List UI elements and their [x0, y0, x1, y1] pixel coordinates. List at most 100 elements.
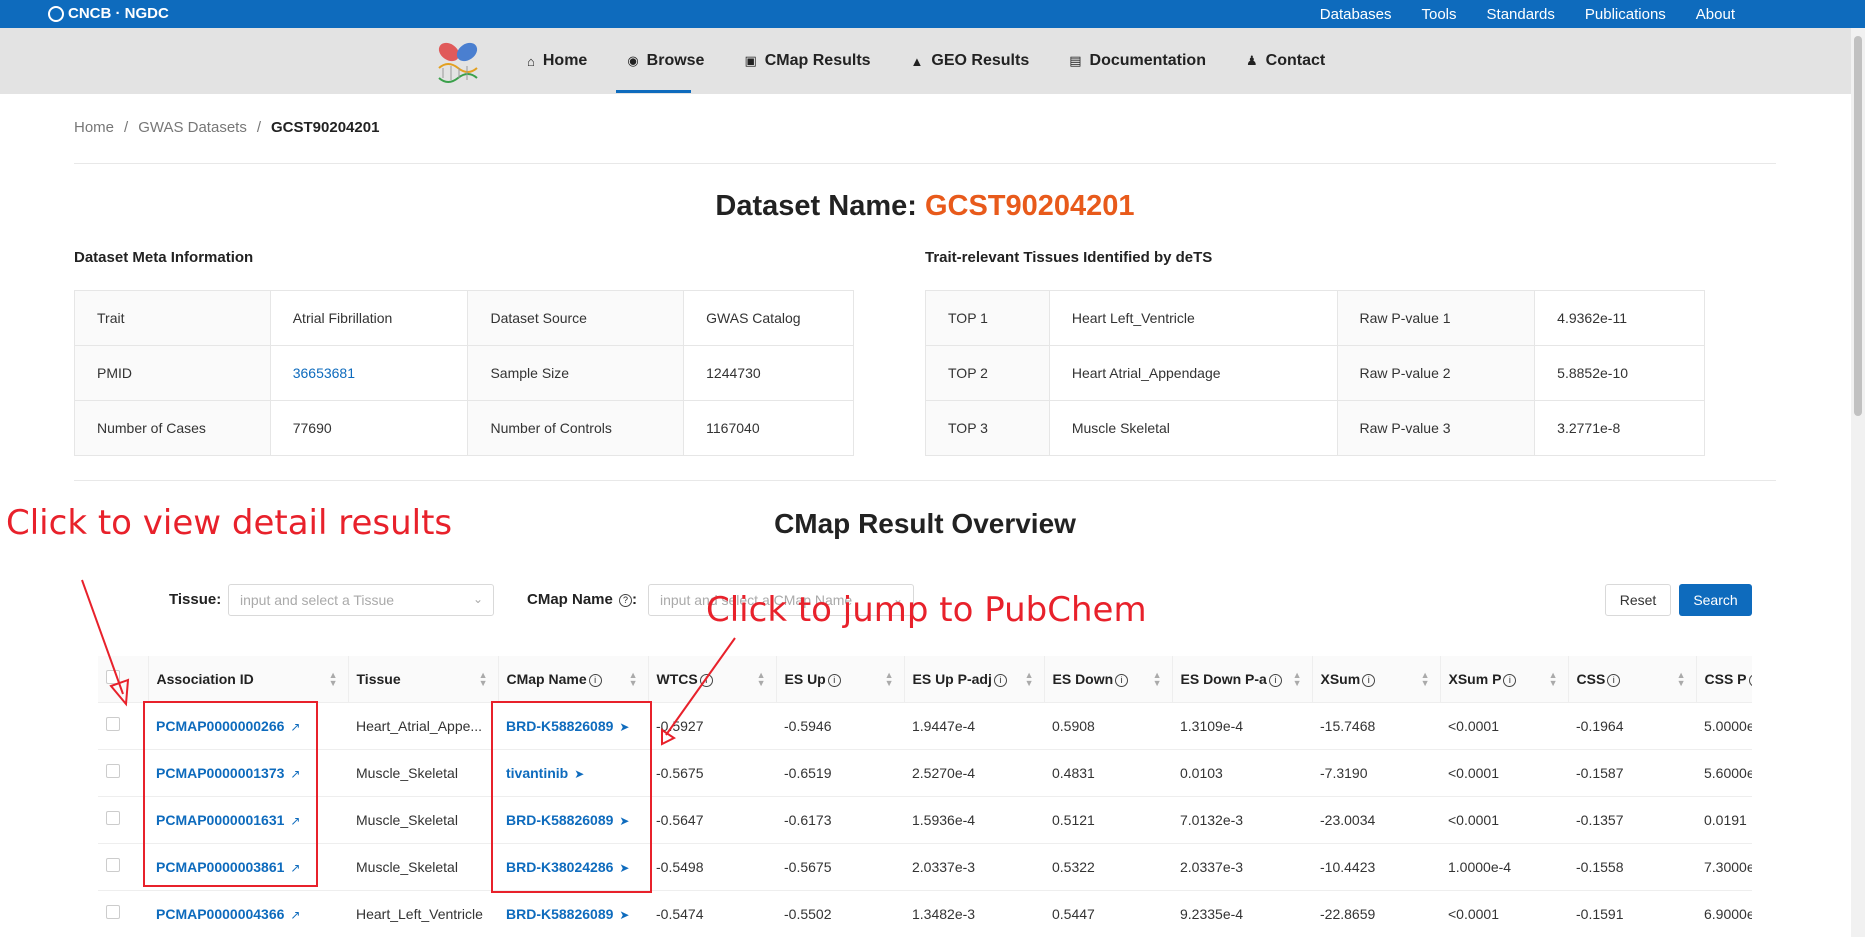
col-association-id[interactable]: Association ID ▲ ▼: [148, 656, 349, 703]
site-logo[interactable]: [433, 38, 483, 88]
es-up-cell: -0.6519: [776, 749, 904, 797]
nav-label: Browse: [646, 52, 705, 69]
tissue-select[interactable]: input and select a Tissue ⌄: [228, 584, 494, 616]
sort-icon[interactable]: ▲ ▼: [1677, 671, 1686, 688]
row-select: [98, 702, 148, 750]
pvalue-label: Raw P-value 2: [1336, 345, 1536, 401]
document-icon: ▤: [1069, 53, 1082, 68]
pvalue-label: Raw P-value 3: [1336, 400, 1536, 456]
cmap-filter-label: CMap Name ?:: [527, 591, 638, 608]
column-label: CSS P: [1704, 670, 1747, 687]
results-table: Association ID ▲ ▼ Tissue ▲ ▼ CMap Name i ▲ ▼ W…: [98, 656, 1752, 937]
select-all-checkbox[interactable]: [106, 670, 120, 685]
info-icon[interactable]: i: [1748, 673, 1752, 687]
row-checkbox[interactable]: [106, 905, 120, 919]
col-xsum-p[interactable]: XSum Pi ▲ ▼: [1440, 656, 1569, 703]
top-link-publications[interactable]: Publications: [1585, 6, 1666, 23]
dataset-label: Dataset Name:: [715, 190, 917, 222]
nav-contact[interactable]: ♟ Contact: [1226, 28, 1345, 94]
top-link-about[interactable]: About: [1696, 6, 1735, 23]
nav-documentation[interactable]: ▤ Documentation: [1049, 28, 1226, 94]
breadcrumb-home[interactable]: Home: [74, 119, 114, 136]
logo-icon: [48, 5, 64, 22]
col-cmap-name[interactable]: CMap Name i ▲ ▼: [498, 656, 649, 703]
row-checkbox[interactable]: [106, 764, 120, 778]
info-icon[interactable]: i: [1607, 673, 1621, 687]
reset-button[interactable]: Reset: [1605, 584, 1671, 616]
col-es-down-padj[interactable]: ES Down P-a i ▲ ▼: [1172, 656, 1313, 703]
info-icon[interactable]: i: [1268, 673, 1282, 687]
annotation-detail-text: Click to view detail results: [6, 503, 453, 543]
meta-row: Trait Atrial Fibrillation Dataset Source…: [74, 290, 854, 346]
active-tab-indicator: [616, 90, 691, 93]
sort-icon[interactable]: ▲ ▼: [885, 671, 894, 688]
info-icon[interactable]: i: [1115, 673, 1129, 687]
nav-browse[interactable]: ◉ Browse: [607, 28, 724, 94]
col-tissue[interactable]: Tissue ▲ ▼: [348, 656, 499, 703]
col-es-down[interactable]: ES Down i ▲ ▼: [1044, 656, 1173, 703]
col-wtcs[interactable]: WTCS i ▲ ▼: [648, 656, 777, 703]
info-icon[interactable]: i: [1503, 673, 1517, 687]
trend-chart-icon[interactable]: ↗: [290, 908, 300, 922]
col-es-up-padj[interactable]: ES Up P-adj i ▲ ▼: [904, 656, 1045, 703]
search-button[interactable]: Search: [1679, 584, 1752, 616]
css-p-cell: 5.6000e: [1696, 749, 1752, 797]
info-icon[interactable]: ?: [619, 594, 633, 607]
info-icon[interactable]: i: [699, 673, 713, 687]
column-label: ES Down P-a: [1180, 670, 1267, 687]
sort-icon[interactable]: ▲ ▼: [479, 671, 488, 688]
paper-plane-icon[interactable]: ➤: [619, 908, 629, 922]
top-link-databases[interactable]: Databases: [1320, 6, 1392, 23]
sort-icon[interactable]: ▲ ▼: [1549, 671, 1558, 688]
breadcrumb-gwas-datasets[interactable]: GWAS Datasets: [138, 119, 247, 136]
scrollbar-thumb[interactable]: [1854, 36, 1862, 416]
row-checkbox[interactable]: [106, 717, 120, 731]
table-row: PCMAP0000001373 ↗ Muscle_Skeletal tivanti…: [98, 749, 1752, 797]
top-link-tools[interactable]: Tools: [1421, 6, 1456, 23]
css-cell: -0.1591: [1568, 890, 1696, 937]
es-down-padj-cell: 2.0337e-3: [1172, 843, 1312, 891]
nav-geo-results[interactable]: ▲ GEO Results: [891, 28, 1050, 94]
column-label: CMap Name: [506, 670, 587, 687]
meta-label: Dataset Source: [467, 290, 685, 346]
info-icon[interactable]: i: [588, 673, 602, 687]
contact-icon: ♟: [1245, 53, 1258, 68]
nav-home[interactable]: ⌂ Home: [507, 28, 607, 94]
sort-icon[interactable]: ▲ ▼: [757, 671, 766, 688]
results-table-wrapper[interactable]: Association ID ▲ ▼ Tissue ▲ ▼ CMap Name i ▲ ▼ W…: [98, 656, 1752, 937]
row-checkbox[interactable]: [106, 811, 120, 825]
nav-cmap-results[interactable]: ▣ CMap Results: [724, 28, 890, 94]
association-id-link[interactable]: PCMAP0000004366: [156, 906, 284, 922]
sort-icon[interactable]: ▲ ▼: [1421, 671, 1430, 688]
info-icon[interactable]: i: [993, 673, 1007, 687]
col-es-up[interactable]: ES Up i ▲ ▼: [776, 656, 905, 703]
cncb-ngdc-logo[interactable]: CNCB · NGDC: [48, 5, 169, 22]
sort-icon[interactable]: ▲ ▼: [1153, 671, 1162, 688]
es-down-cell: 0.5908: [1044, 702, 1172, 750]
es-down-cell: 0.5121: [1044, 796, 1172, 844]
col-css-p[interactable]: CSS Pi: [1696, 656, 1752, 703]
row-checkbox[interactable]: [106, 858, 120, 872]
column-label: ES Up P-adj: [912, 670, 992, 687]
pmid-link[interactable]: 36653681: [293, 365, 355, 381]
tissue-placeholder: input and select a Tissue: [240, 592, 395, 608]
es-down-padj-cell: 9.2335e-4: [1172, 890, 1312, 937]
col-xsum[interactable]: XSum i ▲ ▼: [1312, 656, 1441, 703]
pvalue: 5.8852e-10: [1534, 345, 1705, 401]
binoculars-icon: ▣: [744, 53, 757, 68]
info-icon[interactable]: i: [827, 673, 841, 687]
sort-icon[interactable]: ▲ ▼: [329, 671, 338, 688]
meta-label: PMID: [74, 345, 271, 401]
sort-icon[interactable]: ▲ ▼: [1293, 671, 1302, 688]
cmap-name-link[interactable]: BRD-K58826089: [506, 906, 613, 922]
cmap-name-cell: BRD-K58826089 ➤: [498, 890, 648, 937]
tissue-rank: TOP 3: [925, 400, 1050, 456]
info-icon[interactable]: i: [1362, 673, 1376, 687]
sort-icon[interactable]: ▲ ▼: [629, 671, 638, 688]
sort-icon[interactable]: ▲ ▼: [1025, 671, 1034, 688]
es-down-cell: 0.5322: [1044, 843, 1172, 891]
col-css[interactable]: CSS i ▲ ▼: [1568, 656, 1697, 703]
top-link-standards[interactable]: Standards: [1487, 6, 1555, 23]
page-scrollbar[interactable]: [1851, 28, 1865, 937]
xsum-p-cell: <0.0001: [1440, 702, 1568, 750]
